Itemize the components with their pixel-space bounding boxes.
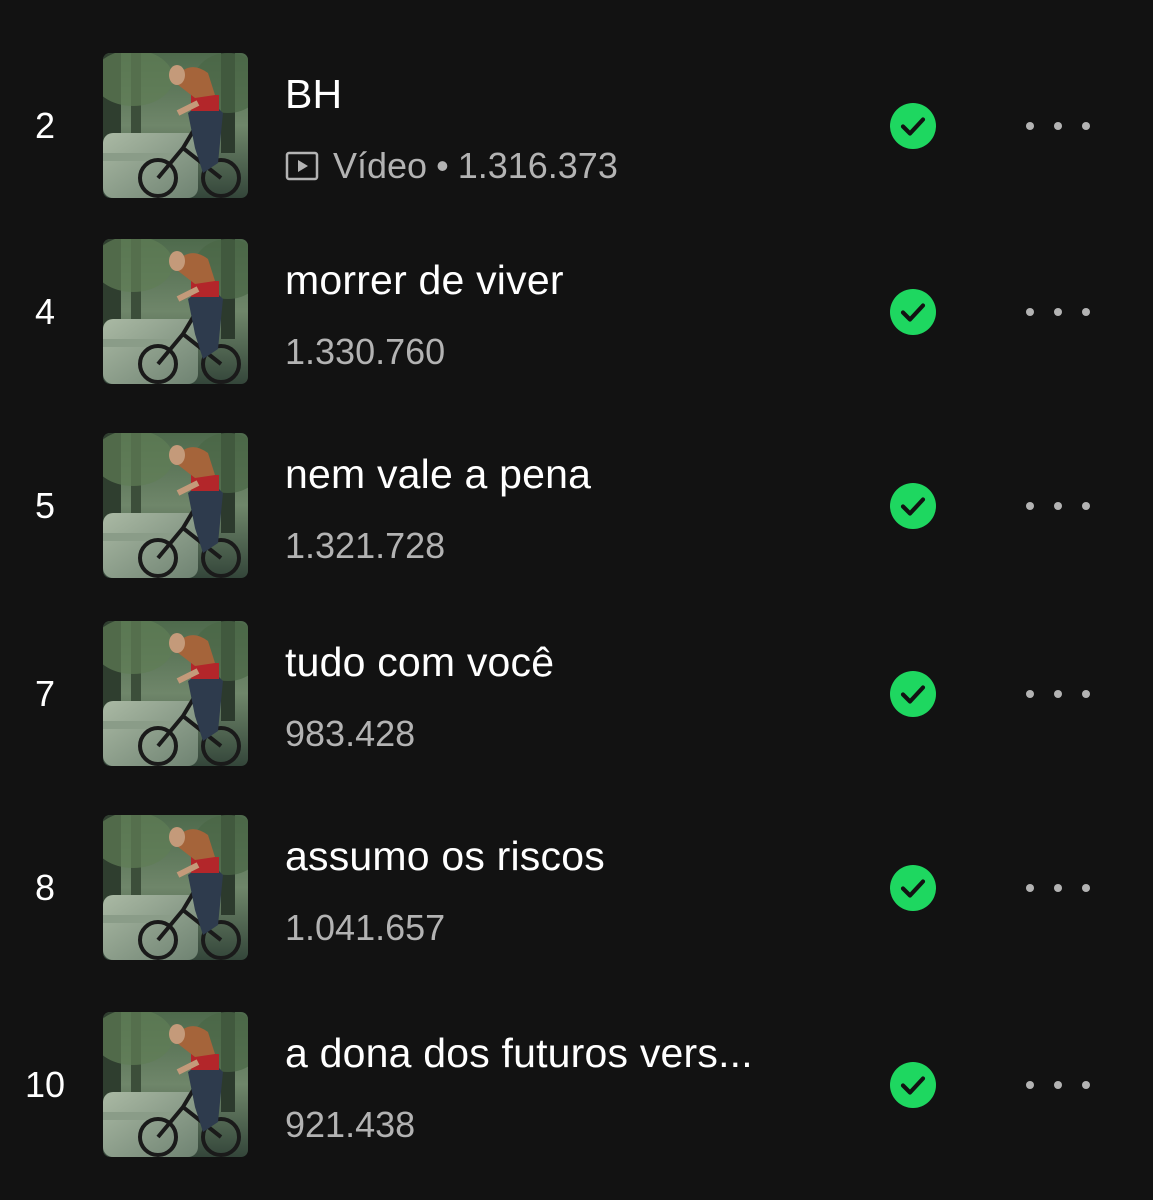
track-title: nem vale a pena [285,451,592,497]
track-row[interactable]: 4 morrer de viver 1.330.760 [0,239,1153,385]
track-meta: Vídeo • 1.316.373 [285,145,618,187]
album-artwork [103,239,248,384]
track-meta: 983.428 [285,713,415,755]
downloaded-check-icon [890,865,936,911]
play-count: 1.330.760 [285,331,446,372]
play-count: 1.321.728 [285,525,446,566]
play-count: 1.316.373 [457,145,618,186]
album-artwork [103,53,248,198]
track-number: 8 [34,867,56,908]
video-icon [285,149,319,183]
play-count: 1.041.657 [285,907,446,948]
track-row[interactable]: 2 BH Vídeo • 1.316.373 [0,53,1153,199]
album-artwork [103,621,248,766]
more-options-icon[interactable] [1026,684,1090,704]
track-title: tudo com você [285,639,555,685]
track-number: 2 [34,105,56,146]
track-title: morrer de viver [285,257,564,303]
meta-separator: • [436,145,449,186]
track-row[interactable]: 8 assumo os riscos 1.041.657 [0,815,1153,961]
more-options-icon[interactable] [1026,1075,1090,1095]
downloaded-check-icon [890,289,936,335]
downloaded-check-icon [890,671,936,717]
downloaded-check-icon [890,483,936,529]
more-options-icon[interactable] [1026,878,1090,898]
album-artwork [103,1012,248,1157]
play-count: 983.428 [285,713,416,754]
track-row[interactable]: 10 a dona dos futuros vers... 921.438 [0,1012,1153,1158]
track-meta: 1.330.760 [285,331,445,373]
track-meta: 921.438 [285,1104,415,1146]
downloaded-check-icon [890,103,936,149]
video-label: Vídeo [333,145,428,186]
track-title: a dona dos futuros vers... [285,1030,753,1076]
track-number: 4 [34,291,56,332]
track-number: 7 [34,673,56,714]
track-number: 10 [24,1064,66,1105]
play-count: 921.438 [285,1104,416,1145]
more-options-icon[interactable] [1026,496,1090,516]
more-options-icon[interactable] [1026,302,1090,322]
downloaded-check-icon [890,1062,936,1108]
track-number: 5 [34,485,56,526]
track-meta: 1.041.657 [285,907,445,949]
album-artwork [103,815,248,960]
album-artwork [103,433,248,578]
track-row[interactable]: 5 nem vale a pena 1.321.728 [0,433,1153,579]
track-list: 2 BH Vídeo • 1.316.373 4 morrer de viver… [0,0,1153,1200]
track-title: BH [285,71,343,117]
track-meta: 1.321.728 [285,525,445,567]
track-row[interactable]: 7 tudo com você 983.428 [0,621,1153,767]
more-options-icon[interactable] [1026,116,1090,136]
track-title: assumo os riscos [285,833,605,879]
